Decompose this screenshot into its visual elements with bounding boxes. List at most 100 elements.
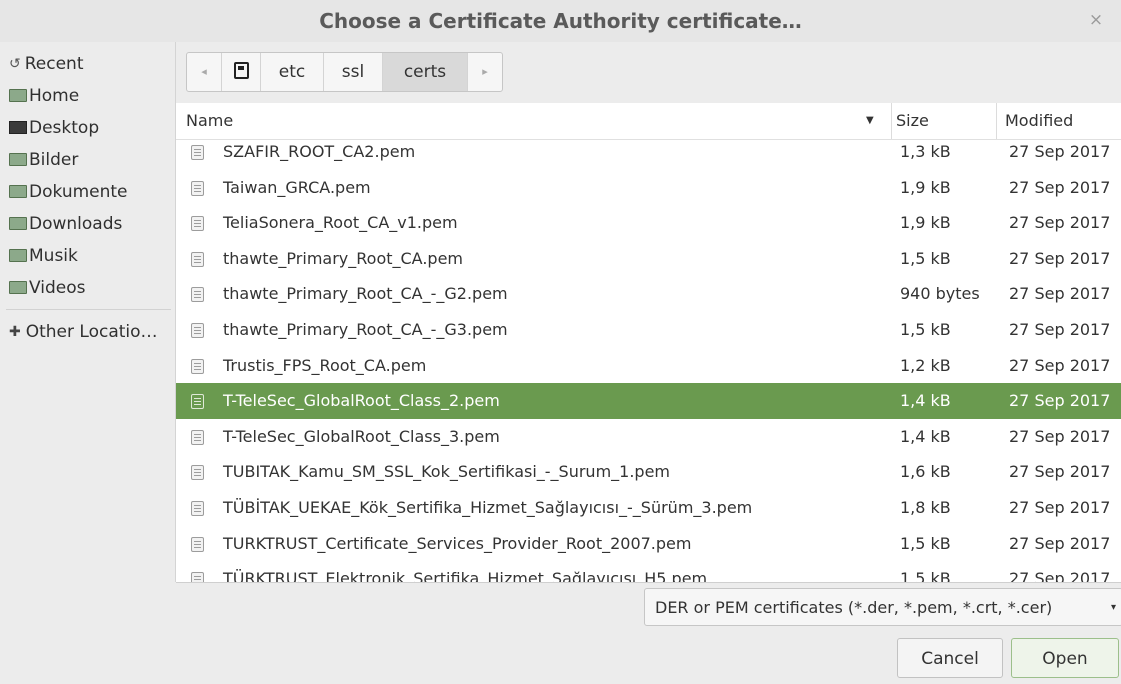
sidebar-item-other-locations[interactable]: ✚ Other Locatio… [9,318,171,346]
file-size: 1,5 kB [900,319,951,339]
column-size-label: Size [896,111,929,130]
column-modified-label: Modified [1005,111,1074,130]
text-file-icon [191,216,204,232]
column-name-header[interactable]: Name [176,103,896,139]
path-scroll-right-button[interactable]: ▸ [468,53,502,91]
file-modified: 27 Sep 2017 [1009,319,1111,339]
path-segment-ssl[interactable]: ssl [324,53,383,91]
file-name: thawte_Primary_Root_CA_-_G3.pem [223,319,508,339]
file-size: 1,5 kB [900,533,951,553]
file-size: 1,9 kB [900,177,951,197]
file-name: T-TeleSec_GlobalRoot_Class_3.pem [223,426,500,446]
file-row[interactable]: thawte_Primary_Root_CA_-_G2.pem 940 bytes… [176,276,1121,312]
sidebar-item-label: Other Locatio… [25,322,158,342]
file-size: 1,9 kB [900,213,951,233]
text-file-icon [191,145,204,160]
file-size: 1,2 kB [900,355,951,375]
file-row[interactable]: T-TeleSec_GlobalRoot_Class_3.pem 1,4 kB 27… [176,419,1121,455]
file-size: 940 bytes [900,284,980,304]
file-row[interactable]: TUBITAK_Kamu_SM_SSL_Kok_Sertifikasi_-_Su… [176,454,1121,490]
text-file-icon [191,394,204,410]
file-name: TÜRKTRUST_Elektronik_Sertifika_Hizmet_Sa… [223,569,708,582]
text-file-icon [191,358,204,374]
file-name: TURKTRUST_Certificate_Services_Provider_… [223,533,692,553]
drive-icon [233,61,249,79]
text-file-icon [191,465,204,481]
sidebar-item-recent[interactable]: ↺ Recent [9,50,171,78]
folder-pictures-icon [9,152,27,166]
file-list[interactable]: SZAFIR_ROOT_CA2.pem 1,3 kB 27 Sep 2017 Taiw… [176,103,1121,582]
column-header: Name ▼ Size Modified [176,103,1121,140]
cancel-button[interactable]: Cancel [897,638,1003,678]
sidebar-item-label: Dokumente [29,182,128,202]
file-name: TUBITAK_Kamu_SM_SSL_Kok_Sertifikasi_-_Su… [223,462,670,482]
title-bar: Choose a Certificate Authority certifica… [0,0,1121,42]
file-modified: 27 Sep 2017 [1009,391,1111,411]
path-root-button[interactable] [222,53,261,91]
places-sidebar: ↺ Recent Home Desktop Bilder Dokumente Do… [0,42,175,582]
sidebar-item-label: Desktop [29,118,100,138]
file-size: 1,5 kB [900,569,951,582]
file-row[interactable]: TeliaSonera_Root_CA_v1.pem 1,9 kB 27 Sep 2… [176,205,1121,241]
dialog-title: Choose a Certificate Authority certifica… [319,9,802,33]
file-row[interactable]: Taiwan_GRCA.pem 1,9 kB 27 Sep 2017 [176,170,1121,206]
file-name: thawte_Primary_Root_CA.pem [223,248,464,268]
sort-descending-icon: ▼ [866,115,874,126]
file-modified: 27 Sep 2017 [1009,213,1111,233]
file-row[interactable]: thawte_Primary_Root_CA_-_G3.pem 1,5 kB 27 … [176,312,1121,348]
path-scroll-left-button[interactable]: ◂ [187,53,222,91]
column-size-header[interactable]: Size [891,103,996,139]
folder-music-icon [9,248,27,262]
sidebar-item-videos[interactable]: Videos [9,274,171,302]
file-modified: 27 Sep 2017 [1009,355,1111,375]
file-row[interactable]: Trustis_FPS_Root_CA.pem 1,2 kB 27 Sep 2017 [176,348,1121,384]
file-rows: SZAFIR_ROOT_CA2.pem 1,3 kB 27 Sep 2017 Taiw… [176,134,1121,582]
file-modified: 27 Sep 2017 [1009,426,1111,446]
sidebar-item-label: Videos [29,278,86,298]
file-name: TeliaSonera_Root_CA_v1.pem [223,213,458,233]
sidebar-item-label: Downloads [29,214,123,234]
column-modified-header[interactable]: Modified [996,103,1121,139]
text-file-icon [191,251,204,267]
file-size: 1,6 kB [900,462,951,482]
folder-videos-icon [9,280,27,294]
file-row[interactable]: TURKTRUST_Certificate_Services_Provider_… [176,526,1121,562]
file-size: 1,4 kB [900,426,951,446]
sidebar-item-musik[interactable]: Musik [9,242,171,270]
folder-documents-icon [9,184,27,198]
file-modified: 27 Sep 2017 [1009,533,1111,553]
path-segment-certs[interactable]: certs [383,53,468,91]
file-name: Taiwan_GRCA.pem [223,177,371,197]
file-modified: 27 Sep 2017 [1009,248,1111,268]
sidebar-item-desktop[interactable]: Desktop [9,114,171,142]
file-modified: 27 Sep 2017 [1009,284,1111,304]
sidebar-item-dokumente[interactable]: Dokumente [9,178,171,206]
plus-icon: ✚ [9,324,21,340]
close-icon[interactable]: × [1085,9,1107,31]
list-border [176,582,1121,583]
sidebar-item-home[interactable]: Home [9,82,171,110]
sidebar-item-bilder[interactable]: Bilder [9,146,171,174]
file-row[interactable]: thawte_Primary_Root_CA.pem 1,5 kB 27 Sep 2… [176,241,1121,277]
file-modified: 27 Sep 2017 [1009,497,1111,517]
file-type-filter-select[interactable]: DER or PEM certificates (*.der, *.pem, *… [644,588,1121,626]
file-modified: 27 Sep 2017 [1009,569,1111,582]
file-row[interactable]: T-TeleSec_GlobalRoot_Class_2.pem 1,4 kB 27… [176,383,1121,419]
file-name: thawte_Primary_Root_CA_-_G2.pem [223,284,508,304]
file-size: 1,8 kB [900,497,951,517]
folder-downloads-icon [9,216,27,230]
text-file-icon [191,429,204,445]
text-file-icon [191,180,204,196]
path-segment-etc[interactable]: etc [261,53,324,91]
sidebar-item-downloads[interactable]: Downloads [9,210,171,238]
file-row[interactable]: TÜBİTAK_UEKAE_Kök_Sertifika_Hizmet_Sağla… [176,490,1121,526]
file-size: 1,5 kB [900,248,951,268]
open-button[interactable]: Open [1011,638,1119,678]
sidebar-item-label: Home [29,86,80,106]
text-file-icon [191,572,204,582]
text-file-icon [191,536,204,552]
sidebar-divider [6,309,171,310]
path-bar: ◂ etc ssl certs ▸ [186,52,503,92]
text-file-icon [191,500,204,516]
file-row[interactable]: TÜRKTRUST_Elektronik_Sertifika_Hizmet_Sa… [176,561,1121,582]
